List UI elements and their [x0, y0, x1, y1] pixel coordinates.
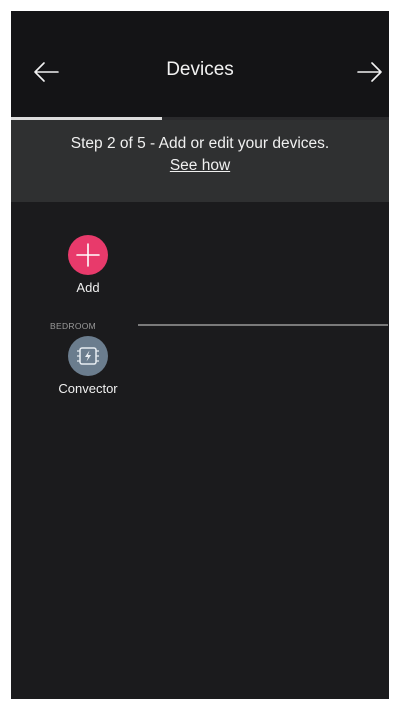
app-screen: Devices Step 2 of 5 - Add or edit your d… — [11, 11, 389, 699]
room-divider — [138, 324, 388, 326]
header: Devices — [11, 11, 389, 117]
device-convector[interactable]: Convector — [38, 336, 138, 396]
add-device-label: Add — [76, 280, 100, 295]
see-how-link[interactable]: See how — [11, 157, 389, 175]
add-device-button[interactable]: Add — [38, 235, 138, 295]
step-banner: Step 2 of 5 - Add or edit your devices. … — [11, 120, 389, 202]
plus-icon — [68, 235, 108, 275]
step-instructions: Step 2 of 5 - Add or edit your devices. — [70, 135, 330, 152]
room-label-bedroom: BEDROOM — [50, 321, 97, 331]
convector-icon — [68, 336, 108, 376]
arrow-right-icon[interactable] — [355, 57, 385, 87]
device-label: Convector — [58, 381, 118, 396]
page-title: Devices — [166, 59, 234, 80]
